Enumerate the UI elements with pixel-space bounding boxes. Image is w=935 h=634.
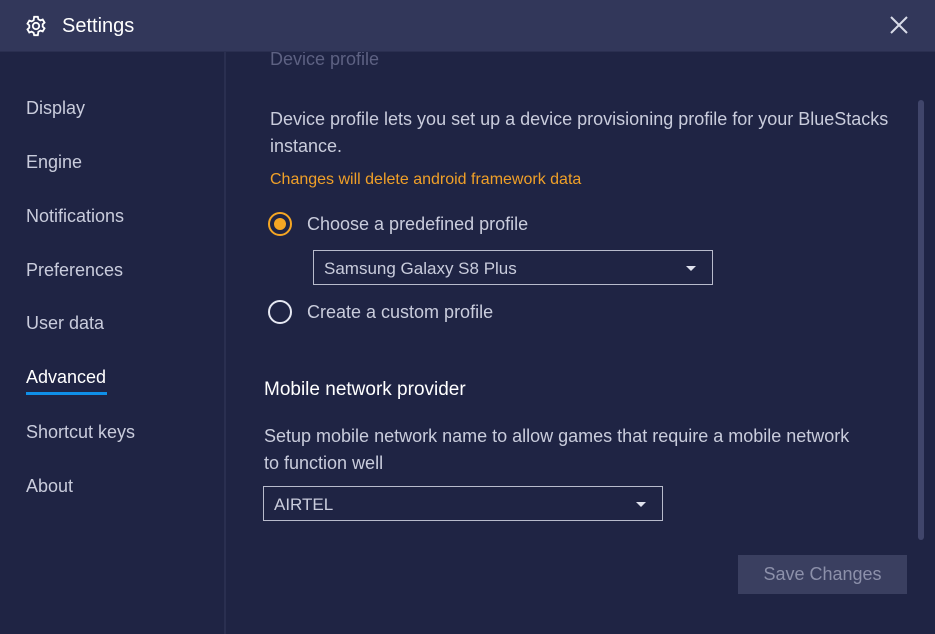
section-heading-device-profile: Device profile (270, 52, 380, 69)
radio-button-checked[interactable] (268, 212, 292, 236)
mobile-network-description: Setup mobile network name to allow games… (264, 426, 850, 473)
title-bar: Settings (0, 0, 935, 52)
content-scrollbar[interactable] (918, 100, 924, 540)
gear-icon (25, 15, 47, 37)
profile-dropdown-value: Samsung Galaxy S8 Plus (324, 259, 517, 278)
sidebar-item-engine[interactable]: Engine (26, 152, 82, 173)
device-profile-description: Device profile lets you set up a device … (270, 109, 889, 156)
radio-label-custom: Create a custom profile (307, 301, 494, 322)
radio-label-predefined: Choose a predefined profile (307, 213, 529, 234)
chevron-down-icon (636, 502, 646, 507)
network-provider-value: AIRTEL (274, 495, 334, 514)
framework-warning-text: Changes will delete android framework da… (270, 171, 582, 188)
sidebar-item-preferences[interactable]: Preferences (26, 260, 123, 281)
close-icon[interactable] (889, 15, 909, 35)
sidebar-item-user-data[interactable]: User data (26, 313, 104, 334)
sidebar-item-notifications[interactable]: Notifications (26, 206, 124, 227)
radio-predefined-profile[interactable]: Choose a predefined profile (268, 212, 528, 236)
sidebar-item-advanced[interactable]: Advanced (26, 367, 107, 395)
sidebar-item-shortcut-keys[interactable]: Shortcut keys (26, 422, 135, 443)
active-tab-indicator (26, 392, 107, 395)
settings-content: Device profile Device profile lets you s… (228, 52, 935, 634)
section-heading-mobile-network: Mobile network provider (264, 379, 466, 400)
sidebar-item-display[interactable]: Display (26, 98, 85, 119)
window-title: Settings (62, 15, 135, 37)
sidebar-item-about[interactable]: About (26, 476, 73, 497)
radio-button-unchecked[interactable] (268, 300, 292, 324)
sidebar: Display Engine Notifications Preferences… (0, 52, 226, 634)
chevron-down-icon (686, 266, 696, 271)
save-changes-button[interactable]: Save Changes (738, 555, 907, 594)
profile-dropdown[interactable]: Samsung Galaxy S8 Plus (313, 250, 713, 285)
radio-custom-profile[interactable]: Create a custom profile (268, 300, 493, 324)
network-provider-dropdown[interactable]: AIRTEL (263, 486, 663, 521)
sidebar-item-label: Advanced (26, 367, 107, 387)
